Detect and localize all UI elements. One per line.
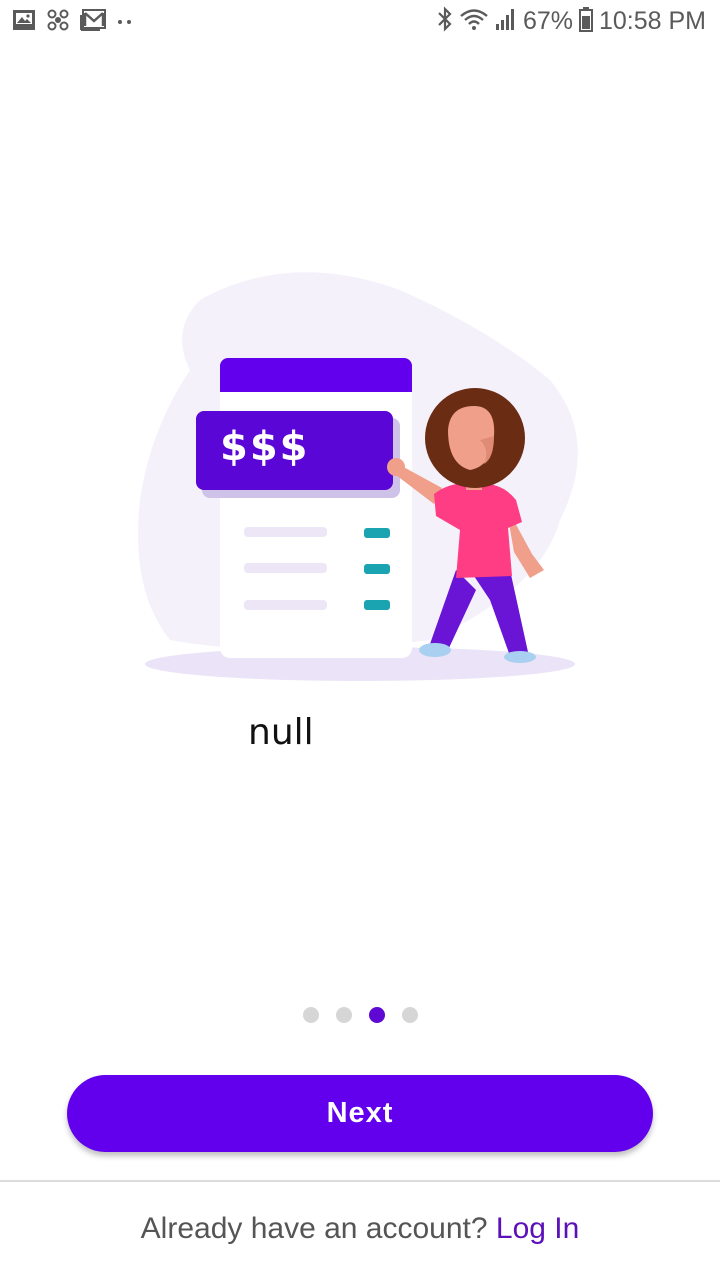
next-button[interactable]: Next <box>67 1075 653 1152</box>
page-dot-4[interactable] <box>401 1007 418 1023</box>
slide-title: null <box>248 712 314 753</box>
gmail-icon <box>80 9 106 36</box>
status-left-icons <box>12 8 134 37</box>
login-prompt-text: Already have an account? <box>140 1212 488 1245</box>
signal-icon <box>495 7 517 36</box>
status-right-icons: 67% 10:58 PM <box>437 6 706 37</box>
price-panel-text: $$$ <box>220 424 310 470</box>
battery-percent: 67% <box>522 7 573 35</box>
page-dot-1[interactable] <box>302 1007 319 1023</box>
more-dots-icon <box>116 9 134 36</box>
gallery-icon <box>12 9 36 36</box>
bluetooth-icon <box>437 6 453 37</box>
fan-icon <box>46 8 70 37</box>
onboarding-illustration: $$$ <box>130 260 590 690</box>
page-indicator <box>0 1007 720 1023</box>
document-card <box>220 358 412 658</box>
login-link[interactable]: Log In <box>496 1212 579 1245</box>
wifi-icon <box>459 7 489 36</box>
divider <box>0 1180 720 1182</box>
battery-icon <box>578 6 593 37</box>
page-dot-2[interactable] <box>335 1007 352 1023</box>
page-dot-3-active[interactable] <box>368 1007 385 1023</box>
login-row: Already have an account? Log In <box>0 1212 720 1246</box>
status-bar: 67% 10:58 PM <box>0 0 720 44</box>
status-time: 10:58 PM <box>598 7 706 35</box>
